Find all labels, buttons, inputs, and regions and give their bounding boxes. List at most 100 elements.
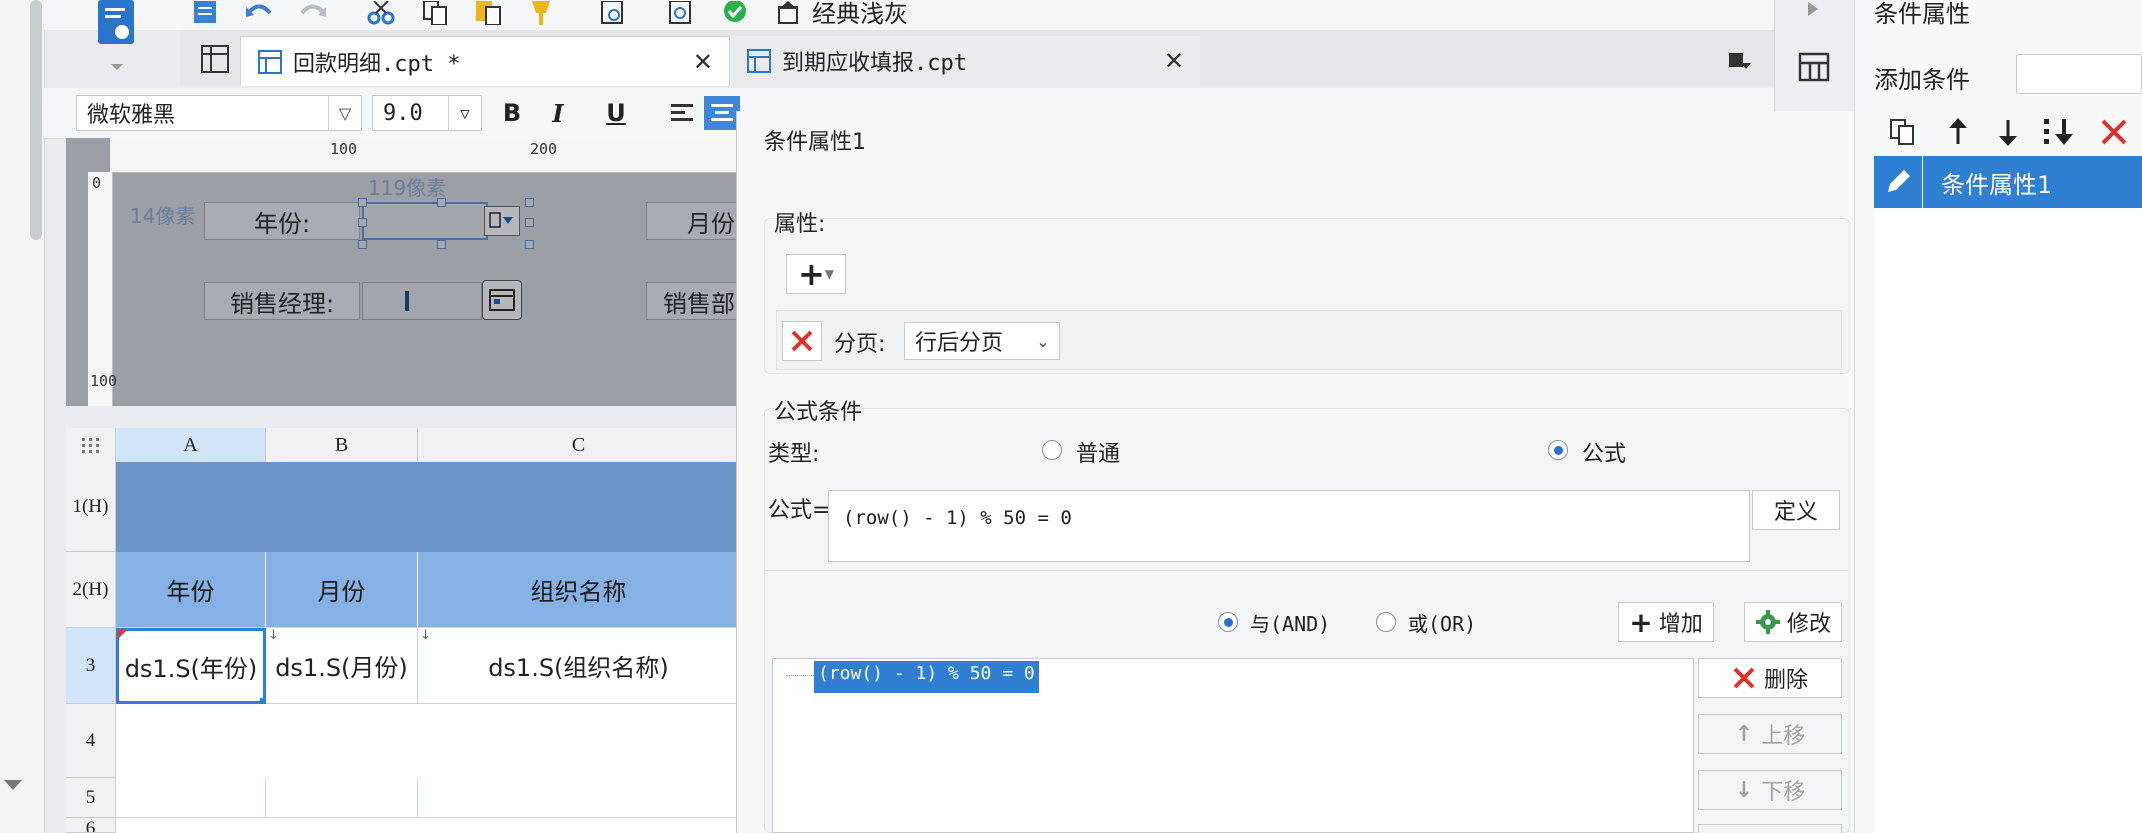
resize-handle[interactable]: [525, 240, 534, 249]
header-cell-year[interactable]: 年份: [116, 552, 266, 628]
paste-icon[interactable]: [472, 0, 506, 26]
move-bottom-icon[interactable]: [2040, 114, 2080, 150]
empty-cell[interactable]: [116, 778, 266, 818]
modify-condition-button[interactable]: 修改: [1744, 602, 1842, 642]
move-down-button[interactable]: ↓ 下移: [1698, 770, 1842, 810]
collapse-arrow-icon[interactable]: [2, 776, 24, 794]
row-4-cells[interactable]: [116, 704, 740, 780]
widget-manager-label[interactable]: 销售经理:: [204, 282, 360, 320]
title-row[interactable]: [116, 462, 740, 552]
type-formula-label[interactable]: 公式: [1582, 436, 1626, 468]
template-icon[interactable]: [88, 0, 144, 50]
widget-year-label[interactable]: 年份:: [204, 202, 360, 240]
italic-button[interactable]: I: [540, 96, 576, 130]
condition-list-item[interactable]: 条件属性1: [1874, 156, 2142, 208]
formula-text: (row() - 1) % 50 = 0: [843, 507, 1072, 529]
row-header-4[interactable]: 4: [66, 704, 116, 778]
select-all-icon[interactable]: [66, 428, 116, 462]
row-header-1[interactable]: 1(H): [66, 462, 116, 552]
expand-right-icon[interactable]: [1802, 0, 1824, 18]
data-cell-year[interactable]: ds1.S(年份): [116, 628, 266, 704]
logic-and-radio[interactable]: [1218, 612, 1238, 632]
type-formula-radio[interactable]: [1548, 440, 1568, 460]
close-icon[interactable]: ✕: [693, 48, 713, 76]
resize-handle[interactable]: [437, 198, 446, 207]
cut-icon[interactable]: [364, 0, 398, 26]
extra-button[interactable]: [1698, 824, 1842, 833]
widget-dept-label[interactable]: 销售部: [646, 282, 740, 320]
tab-menu-icon[interactable]: [1722, 46, 1756, 76]
column-header-c[interactable]: C: [418, 428, 740, 462]
type-normal-label[interactable]: 普通: [1076, 436, 1120, 468]
add-condition-input[interactable]: [2016, 54, 2142, 94]
font-family-select[interactable]: 微软雅黑 ▽: [76, 95, 362, 131]
row-header-6[interactable]: 6: [66, 818, 116, 833]
tab-huikuan[interactable]: 回款明细.cpt * ✕: [240, 36, 730, 86]
widget-month-label[interactable]: 月份: [646, 202, 740, 240]
condition-item[interactable]: (row() - 1) % 50 = 0: [814, 661, 1039, 693]
close-icon[interactable]: ✕: [1164, 47, 1184, 75]
document-icon[interactable]: [188, 0, 222, 26]
logic-or-label[interactable]: 或(OR): [1408, 608, 1476, 637]
copy-icon[interactable]: [1884, 114, 1920, 150]
theme-icon[interactable]: [772, 0, 806, 26]
preview-icon[interactable]: [596, 0, 630, 26]
format-painter-icon[interactable]: [524, 0, 558, 26]
page-break-select[interactable]: 行后分页 ⌄: [904, 322, 1060, 360]
empty-cell[interactable]: [418, 778, 740, 818]
gear-icon: [1755, 610, 1780, 634]
widget-manager-input[interactable]: [362, 282, 482, 320]
define-button[interactable]: 定义: [1752, 490, 1840, 530]
font-size-select[interactable]: 9.0 ▽: [372, 95, 482, 131]
header-cell-org[interactable]: 组织名称: [418, 552, 740, 628]
logic-and-label[interactable]: 与(AND): [1250, 608, 1330, 637]
arrow-down-icon[interactable]: [1990, 114, 2026, 150]
row-header-3[interactable]: 3: [66, 628, 116, 704]
align-center-icon[interactable]: [704, 96, 740, 130]
column-header-a[interactable]: A: [116, 428, 266, 462]
search-icon[interactable]: [664, 0, 698, 26]
row-header-2[interactable]: 2(H): [66, 552, 116, 628]
underline-button[interactable]: U: [598, 96, 634, 130]
undo-icon[interactable]: [242, 0, 276, 26]
empty-cell[interactable]: [266, 778, 418, 818]
dropdown-arrow-icon[interactable]: [110, 62, 124, 72]
formula-input[interactable]: (row() - 1) % 50 = 0: [828, 490, 1750, 562]
check-icon[interactable]: [718, 0, 752, 26]
row-header-5[interactable]: 5: [66, 778, 116, 818]
move-up-button[interactable]: ↑ 上移: [1698, 714, 1842, 754]
sheet-grid-icon[interactable]: [198, 42, 232, 76]
align-left-icon[interactable]: [664, 96, 700, 130]
cell-attributes-icon[interactable]: [1794, 48, 1834, 88]
vertical-scrollbar[interactable]: [30, 0, 42, 240]
resize-handle[interactable]: [525, 198, 534, 207]
copy-icon[interactable]: [418, 0, 452, 26]
theme-label[interactable]: 经典浅灰: [812, 0, 908, 29]
resize-handle[interactable]: [437, 240, 446, 249]
add-condition-button[interactable]: + 增加: [1618, 602, 1714, 642]
calendar-widget-icon[interactable]: [482, 280, 522, 320]
dimension-height-label: 14像素: [130, 204, 196, 228]
redo-icon[interactable]: [296, 0, 330, 26]
delete-icon[interactable]: [2094, 114, 2134, 150]
arrow-up-icon[interactable]: [1940, 114, 1976, 150]
widget-year-input[interactable]: [362, 202, 488, 240]
delete-condition-button[interactable]: 删除: [1698, 658, 1842, 698]
logic-or-radio[interactable]: [1376, 612, 1396, 632]
resize-handle[interactable]: [358, 218, 367, 227]
header-cell-month[interactable]: 月份: [266, 552, 418, 628]
resize-handle[interactable]: [358, 240, 367, 249]
column-header-b[interactable]: B: [266, 428, 418, 462]
tab-daoqi[interactable]: 到期应收填报.cpt ✕: [730, 36, 1200, 86]
data-cell-org[interactable]: ds1.S(组织名称): [418, 628, 740, 704]
remove-attribute-button[interactable]: [782, 321, 822, 361]
resize-handle[interactable]: [525, 218, 534, 227]
dropdown-widget-icon[interactable]: [484, 206, 520, 236]
resize-handle[interactable]: [358, 198, 367, 207]
type-normal-radio[interactable]: [1042, 440, 1062, 460]
dimension-width-label: 119像素: [368, 176, 447, 200]
bold-button[interactable]: B: [494, 96, 530, 130]
data-cell-month[interactable]: ds1.S(月份): [266, 628, 418, 704]
font-family-value: 微软雅黑: [87, 103, 176, 128]
add-attribute-button[interactable]: + ▼: [786, 254, 846, 294]
